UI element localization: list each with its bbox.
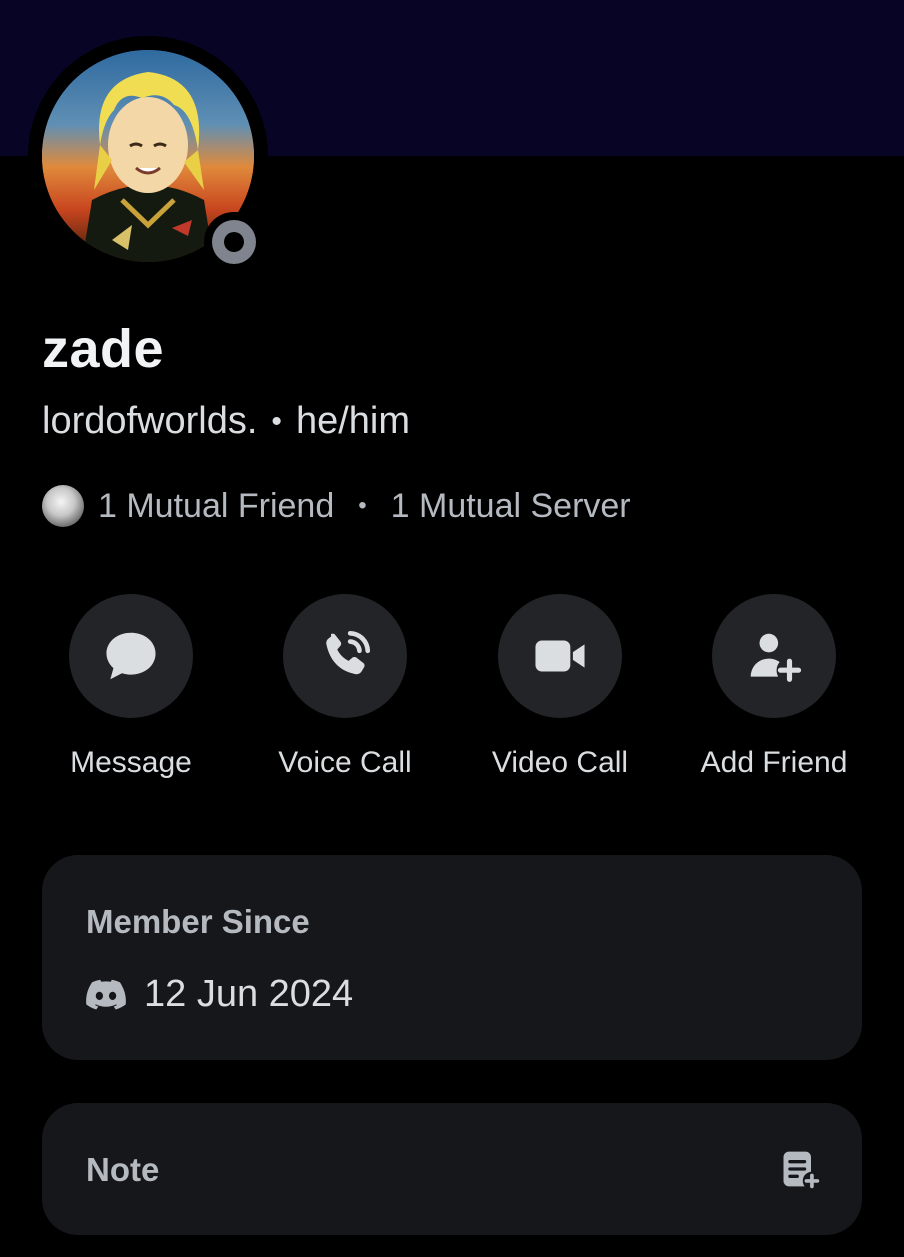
- username[interactable]: lordofworlds.: [42, 400, 257, 443]
- add-friend-button-circle[interactable]: [712, 594, 836, 718]
- action-buttons: Message Voice Call Video Call Add Friend: [0, 594, 904, 794]
- voice-call-button[interactable]: Voice Call: [250, 594, 440, 780]
- mutual-servers-link[interactable]: 1 Mutual Server: [391, 487, 631, 526]
- separator-dot: •: [271, 404, 282, 438]
- add-note-icon[interactable]: [778, 1147, 822, 1191]
- message-label: Message: [70, 746, 192, 779]
- profile-page: zade lordofworlds. • he/him 1 Mutual Fri…: [0, 0, 904, 1257]
- video-call-button[interactable]: Video Call: [465, 594, 655, 780]
- voice-call-button-circle[interactable]: [283, 594, 407, 718]
- video-call-label: Video Call: [491, 746, 629, 779]
- message-button[interactable]: Message: [36, 594, 226, 780]
- mutual-friend-avatar[interactable]: [42, 485, 84, 527]
- note-title: Note: [86, 1151, 160, 1188]
- video-call-button-circle[interactable]: [498, 594, 622, 718]
- member-since-date: 12 Jun 2024: [144, 973, 354, 1015]
- phone-icon: [326, 630, 371, 675]
- username-line: lordofworlds. • he/him: [42, 400, 410, 443]
- message-button-circle[interactable]: [69, 594, 193, 718]
- offline-status-icon: [212, 220, 256, 264]
- chat-bubble-icon: [106, 632, 156, 680]
- add-friend-label: Add Friend: [700, 746, 848, 779]
- add-friend-button[interactable]: Add Friend: [679, 594, 869, 780]
- avatar-container[interactable]: [28, 36, 268, 276]
- discord-logo-icon: [86, 979, 126, 1009]
- member-since-title: Member Since: [86, 903, 310, 940]
- mutual-friends-link[interactable]: 1 Mutual Friend: [98, 487, 334, 526]
- voice-call-label: Voice Call: [278, 746, 412, 779]
- add-friend-icon: [750, 633, 802, 682]
- video-camera-icon: [535, 640, 585, 672]
- display-name: zade: [42, 319, 165, 379]
- note-card[interactable]: Note: [42, 1103, 862, 1235]
- mutuals-row: 1 Mutual Friend • 1 Mutual Server: [42, 484, 631, 528]
- status-indicator: [204, 212, 264, 272]
- member-since-row: 12 Jun 2024: [86, 973, 353, 1016]
- member-since-card: Member Since 12 Jun 2024: [42, 855, 862, 1060]
- pronouns: he/him: [295, 400, 410, 442]
- mutuals-separator: •: [358, 492, 367, 519]
